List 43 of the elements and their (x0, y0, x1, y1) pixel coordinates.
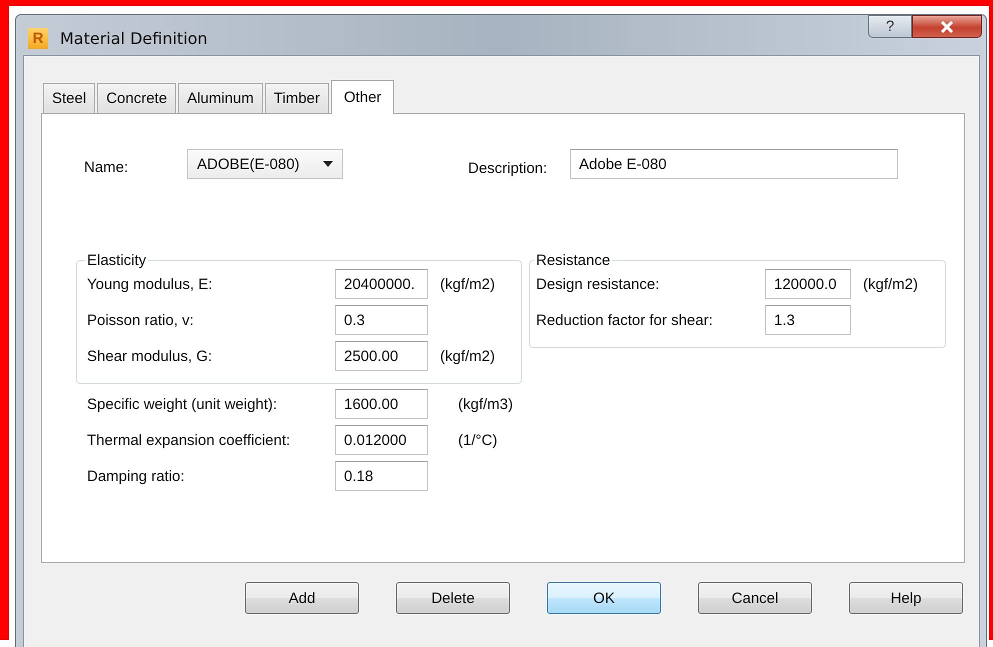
unit-label: (kgf/m3) (458, 396, 514, 412)
group-title: Resistance (535, 252, 612, 269)
field-label: Poisson ratio, v: (87, 312, 195, 328)
input-field[interactable]: 20400000. (335, 269, 428, 299)
unit-label: (kgf/m2) (863, 276, 918, 292)
dialog-button[interactable]: Add (245, 582, 359, 614)
tab[interactable]: Concrete (97, 83, 176, 113)
tab[interactable]: Timber (264, 83, 329, 113)
input-field[interactable]: 0.18 (335, 461, 428, 491)
input-field[interactable]: 120000.0 (765, 269, 851, 299)
tab[interactable]: Steel (43, 83, 96, 113)
input-field[interactable]: 0.3 (335, 305, 428, 335)
field-label: Specific weight (unit weight): (87, 396, 278, 412)
description-field[interactable]: Adobe E-080 (570, 149, 898, 179)
close-icon (940, 20, 954, 32)
dialog-button[interactable]: OK (547, 582, 661, 614)
caret-icon (323, 161, 333, 167)
field-label: Shear modulus, G: (87, 348, 214, 364)
window-title: Material Definition (60, 29, 208, 48)
input-field[interactable]: 2500.00 (335, 341, 428, 371)
name-dropdown[interactable]: ADOBE(E-080) (187, 149, 343, 179)
dialog-button[interactable]: Delete (396, 582, 510, 614)
dialog-button[interactable]: Cancel (698, 582, 812, 614)
field-label: Description: (468, 160, 548, 176)
group-title: Elasticity (86, 252, 148, 269)
dialog-button[interactable]: Help (849, 582, 963, 614)
tab[interactable]: Aluminum (178, 83, 263, 113)
field-label: Damping ratio: (87, 468, 186, 484)
unit-label: (kgf/m2) (440, 348, 496, 364)
unit-label: (1/°C) (458, 432, 498, 448)
field-label: Thermal expansion coefficient: (87, 432, 292, 448)
field-label: Young modulus, E: (87, 276, 214, 292)
unit-label: (kgf/m2) (440, 276, 496, 292)
input-field[interactable]: 1.3 (765, 305, 851, 335)
field-label: Design resistance: (536, 276, 660, 292)
app-icon: R (28, 28, 48, 49)
field-label: Reduction factor for shear: (536, 312, 714, 328)
tab[interactable]: Other (330, 80, 394, 114)
help-button[interactable]: ? (868, 15, 912, 38)
close-button[interactable] (912, 15, 982, 38)
input-field[interactable]: 0.012000 (335, 425, 428, 455)
field-label: Name: (83, 158, 130, 176)
input-field[interactable]: 1600.00 (335, 389, 428, 419)
